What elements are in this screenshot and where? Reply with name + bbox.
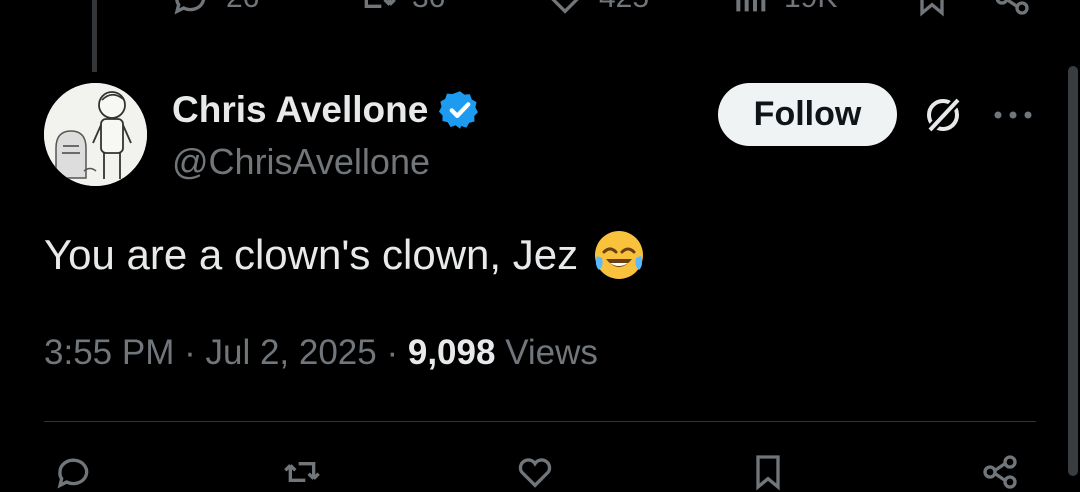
meta-separator-1: ·: [184, 333, 196, 372]
heart-icon: [518, 458, 552, 488]
reply-count: 26: [226, 0, 259, 15]
share-action-top[interactable]: [992, 0, 1032, 18]
reply-icon: [174, 0, 206, 15]
bookmark-icon: [756, 455, 780, 491]
more-icon[interactable]: [990, 100, 1036, 130]
thread-line: [92, 0, 97, 72]
tweet-time[interactable]: 3:55 PM: [44, 333, 174, 372]
like-action-top[interactable]: 425: [545, 0, 649, 18]
like-count: 425: [599, 0, 649, 15]
grok-icon[interactable]: [920, 92, 966, 138]
repost-action-top[interactable]: 36: [358, 0, 445, 18]
tweet-text-content: You are a clown's clown, Jez: [44, 231, 579, 278]
tweet-meta: 3:55 PM · Jul 2, 2025 · 9,098 Views: [44, 333, 598, 373]
scrollbar[interactable]: [1068, 66, 1078, 476]
tweet-date[interactable]: Jul 2, 2025: [205, 333, 376, 372]
tweet-text: You are a clown's clown, Jez: [44, 228, 646, 282]
views-count: 9,098: [407, 333, 496, 372]
like-action[interactable]: [515, 452, 555, 492]
views-count-top: 19K: [784, 0, 837, 15]
reply-action[interactable]: [55, 452, 95, 492]
bookmark-icon: [920, 0, 944, 17]
bookmark-action[interactable]: [748, 452, 788, 492]
reply-icon: [57, 458, 89, 489]
avatar-illustration: [44, 83, 147, 186]
meta-separator-2: ·: [386, 333, 399, 372]
heart-icon: [551, 0, 579, 14]
verified-badge-icon: [439, 91, 479, 129]
views-icon: [736, 0, 766, 12]
share-icon: [995, 0, 1029, 15]
share-icon: [983, 455, 1017, 489]
author-handle[interactable]: @ChrisAvellone: [172, 141, 430, 183]
avatar[interactable]: [44, 83, 147, 186]
repost-count: 36: [412, 0, 445, 15]
reply-action-top[interactable]: 26: [172, 0, 259, 18]
views-action-top[interactable]: 19K: [730, 0, 837, 18]
face-with-tears-of-joy-icon: [595, 231, 644, 279]
repost-icon: [364, 0, 396, 8]
author-name[interactable]: Chris Avellone: [172, 88, 482, 132]
share-action[interactable]: [980, 452, 1020, 492]
repost-icon: [284, 462, 320, 482]
divider: [44, 421, 1036, 422]
repost-action[interactable]: [282, 452, 322, 492]
follow-button[interactable]: Follow: [718, 83, 897, 146]
author-name-text: Chris Avellone: [172, 89, 429, 130]
bookmark-action-top[interactable]: [912, 0, 952, 18]
views-label: Views: [505, 333, 598, 372]
